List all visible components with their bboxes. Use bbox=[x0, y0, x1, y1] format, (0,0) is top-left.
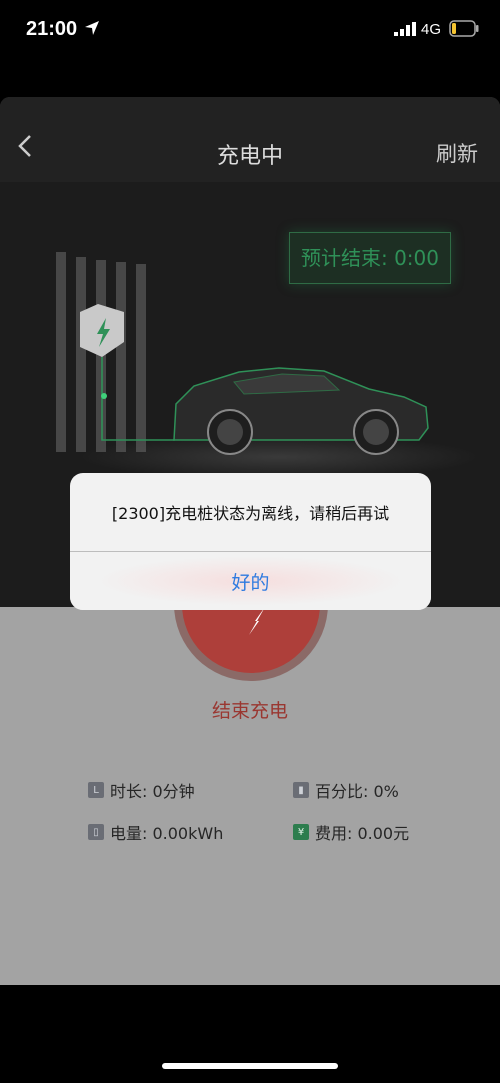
lightning-icon bbox=[249, 607, 265, 635]
duration-text: 时长: 0分钟 bbox=[110, 782, 195, 801]
charging-control-panel: 结束充电 L 时长: 0分钟 ▮ 百分比: 0% ▯ 电量: 0.00kWh ¥… bbox=[0, 527, 500, 985]
alert-message: [2300]充电桩状态为离线，请稍后再试 bbox=[111, 504, 390, 523]
status-time: 21:00 bbox=[26, 18, 78, 40]
stat-duration: L 时长: 0分钟 bbox=[88, 778, 195, 802]
network-type: 4G bbox=[421, 21, 442, 38]
end-charge-label[interactable]: 结束充电 bbox=[0, 696, 500, 723]
refresh-button[interactable]: 刷新 bbox=[436, 138, 478, 168]
home-indicator[interactable] bbox=[162, 1063, 338, 1069]
clock-icon: L bbox=[88, 782, 104, 798]
alert-dialog: [2300]充电桩状态为离线，请稍后再试 好的 bbox=[70, 473, 431, 610]
nav-bar: 充电中 刷新 bbox=[0, 97, 500, 182]
battery-icon bbox=[449, 20, 479, 37]
cellular-signal-icon bbox=[394, 22, 416, 36]
alert-ok-button[interactable]: 好的 bbox=[70, 552, 431, 610]
yen-icon: ¥ bbox=[293, 824, 309, 840]
stat-percentage: ▮ 百分比: 0% bbox=[293, 778, 399, 802]
bar-chart-icon: ▮ bbox=[293, 782, 309, 798]
percentage-text: 百分比: 0% bbox=[315, 782, 399, 801]
cost-text: 费用: 0.00元 bbox=[315, 824, 410, 843]
status-bar: 21:00 4G bbox=[0, 0, 500, 60]
battery-small-icon: ▯ bbox=[88, 824, 104, 840]
location-arrow-icon bbox=[85, 21, 99, 35]
energy-text: 电量: 0.00kWh bbox=[110, 824, 224, 843]
page-title: 充电中 bbox=[216, 144, 283, 169]
stat-energy: ▯ 电量: 0.00kWh bbox=[88, 820, 223, 844]
estimated-end-time: 预计结束: 0:00 bbox=[289, 232, 451, 284]
stat-cost: ¥ 费用: 0.00元 bbox=[293, 820, 409, 844]
